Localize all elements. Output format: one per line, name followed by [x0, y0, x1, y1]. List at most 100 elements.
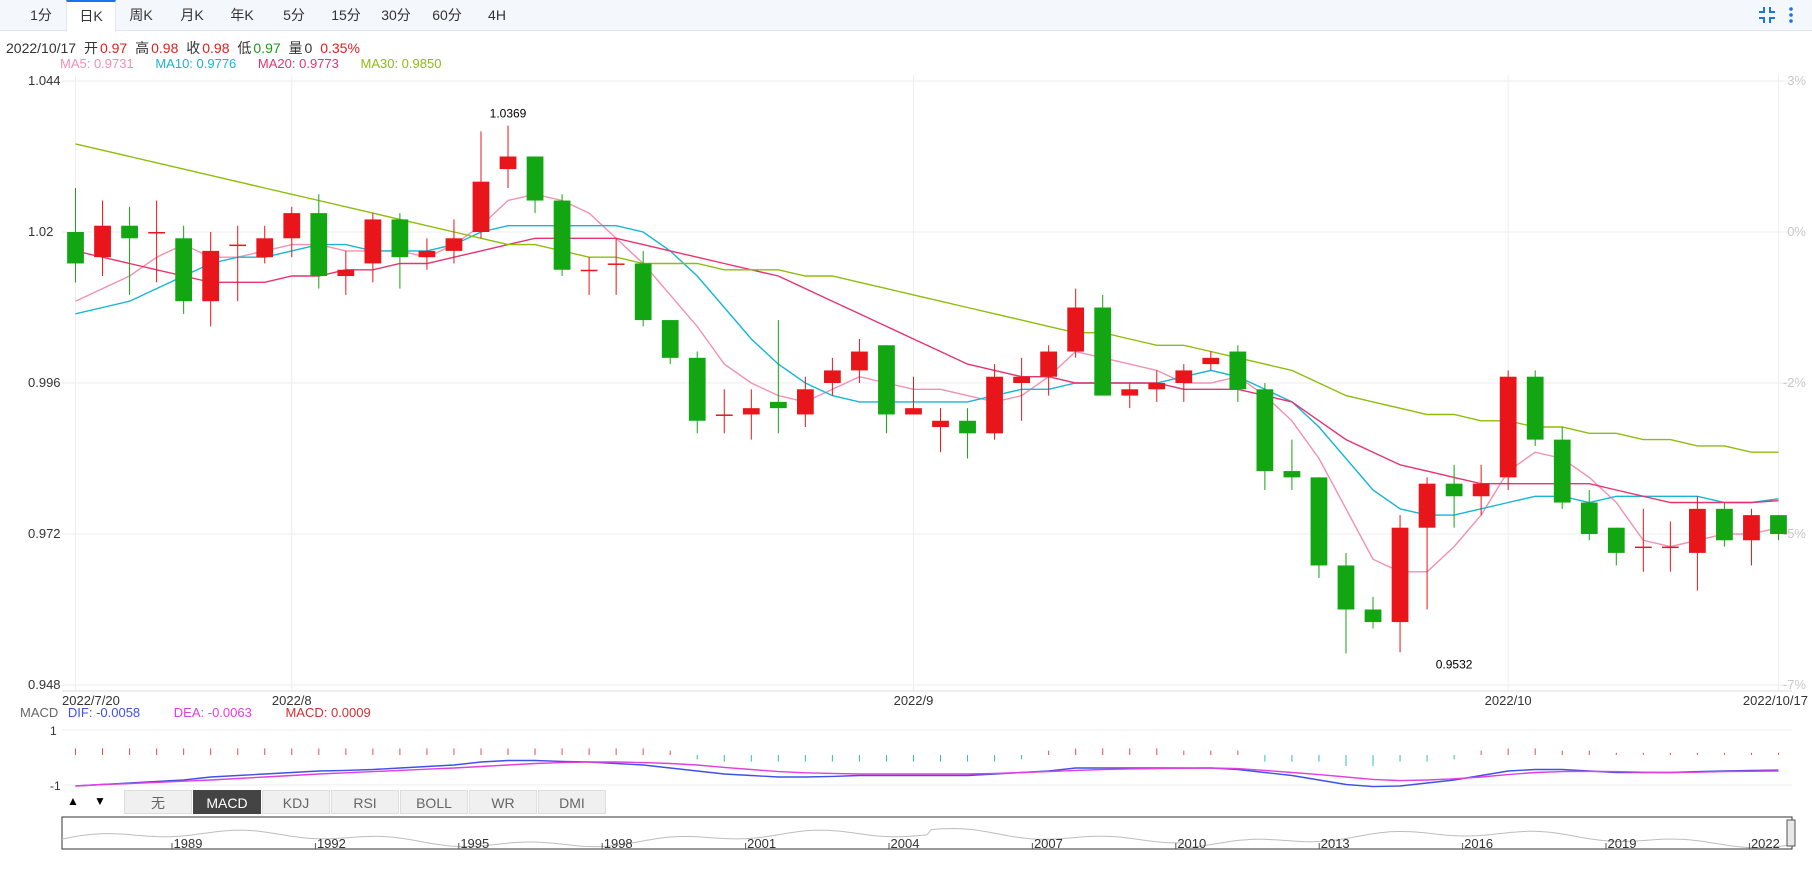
- candle-body: [1607, 527, 1625, 553]
- x-axis-label: 2022/10: [1485, 693, 1532, 708]
- right-percent-tick: 3%: [1787, 73, 1806, 88]
- info-date: 2022/10/17: [6, 40, 77, 56]
- candle-body: [878, 345, 895, 415]
- low-label: 低: [237, 40, 252, 56]
- dea-line: [75, 761, 1779, 787]
- candle-body: [1094, 307, 1112, 396]
- low-value: 0.97: [253, 40, 281, 56]
- macd-info: MACD DIF: -0.0058 DEA: -0.0063 MACD: 0.0…: [20, 705, 371, 720]
- indicator-tab-macd[interactable]: MACD: [193, 790, 261, 814]
- tab-weekly-k[interactable]: 周K: [120, 0, 162, 31]
- candle-body: [1283, 471, 1301, 478]
- navigator-year-label: 1998: [604, 836, 633, 851]
- ma20-label: MA20: 0.9773: [257, 56, 339, 71]
- candle-body: [229, 244, 247, 247]
- x-axis-label: 2022/9: [894, 693, 934, 708]
- candle-body: [472, 181, 490, 232]
- x-axis-label: 2022/10/17: [1743, 693, 1808, 708]
- tab-yearly-k[interactable]: 年K: [221, 0, 263, 31]
- candle-body: [1391, 527, 1409, 623]
- more-vertical-icon[interactable]: [1786, 5, 1796, 25]
- candle-body: [1067, 307, 1085, 352]
- extreme-price-label: 0.9532: [1436, 657, 1473, 671]
- tab-60min[interactable]: 60分: [424, 0, 470, 31]
- candle-body: [905, 408, 922, 415]
- candle-body: [1121, 389, 1139, 396]
- macd-y-tick: -1: [50, 779, 61, 793]
- right-percent-tick: -2%: [1783, 375, 1807, 390]
- navigator-year-label: 1992: [317, 836, 346, 851]
- y-tick-label: 0.996: [28, 375, 61, 390]
- navigator-year-label: 2001: [747, 836, 776, 851]
- scroll-down-button[interactable]: ▼: [89, 790, 111, 812]
- shrink-icon[interactable]: [1757, 5, 1777, 25]
- candle-body: [959, 420, 976, 434]
- open-label: 开: [83, 40, 98, 56]
- y-tick-label: 1.044: [28, 73, 61, 88]
- tab-4h[interactable]: 4H: [478, 0, 516, 31]
- dif-line: [75, 759, 1779, 788]
- candle-body: [715, 414, 733, 416]
- candle-body: [1580, 502, 1598, 534]
- candle-body: [986, 376, 1003, 434]
- y-tick-label: 1.02: [28, 224, 53, 239]
- indicator-tab-dmi[interactable]: DMI: [538, 790, 606, 814]
- candle-body: [661, 320, 679, 358]
- candle-body: [607, 263, 625, 265]
- candle-body: [1337, 565, 1355, 610]
- navigator-handle: [1786, 819, 1796, 847]
- candle-body: [202, 250, 220, 302]
- navigator-year-label: 2007: [1034, 836, 1063, 851]
- candle-body: [1202, 357, 1220, 365]
- candle-body: [824, 370, 841, 383]
- candle-body: [283, 213, 301, 239]
- candle-body: [1743, 515, 1760, 541]
- candle-body: [1229, 351, 1247, 390]
- candle-body: [1364, 609, 1382, 623]
- candle-body: [391, 219, 409, 258]
- candle-body: [67, 232, 84, 264]
- open-value: 0.97: [99, 40, 128, 56]
- tab-30min[interactable]: 30分: [373, 0, 419, 31]
- right-percent-tick: 0%: [1787, 224, 1806, 239]
- ma5-label: MA5: 0.9731: [60, 56, 134, 71]
- candle-body: [1256, 389, 1274, 472]
- change-percent: 0.35%: [320, 40, 360, 56]
- candle-body: [580, 269, 598, 272]
- tab-1min[interactable]: 1分: [20, 0, 62, 31]
- candle-body: [1472, 483, 1490, 497]
- candle-body: [932, 420, 949, 428]
- navigator-year-label: 2010: [1177, 836, 1206, 851]
- macd-y-tick: 1: [50, 724, 57, 738]
- high-value: 0.98: [151, 40, 179, 56]
- indicator-tab-kdj[interactable]: KDJ: [262, 790, 330, 814]
- indicator-tab-none[interactable]: 无: [124, 790, 192, 814]
- candle-body: [634, 263, 652, 321]
- candle-body: [851, 351, 868, 371]
- scroll-up-button[interactable]: ▲: [62, 790, 84, 812]
- indicator-tab-wr[interactable]: WR: [469, 790, 537, 814]
- candle-body: [175, 238, 193, 302]
- tab-15min[interactable]: 15分: [323, 0, 369, 31]
- y-tick-label: 0.948: [28, 677, 61, 692]
- candle-body: [688, 357, 706, 421]
- tab-monthly-k[interactable]: 月K: [171, 0, 213, 31]
- candle-body: [526, 156, 544, 201]
- navigator-year-label: 2013: [1321, 836, 1350, 851]
- candle-body: [337, 269, 355, 277]
- macd-dif: DIF: -0.0058: [67, 705, 141, 720]
- candle-body: [1175, 370, 1193, 383]
- navigator-year-label: 1989: [174, 836, 203, 851]
- candle-body: [121, 225, 138, 239]
- indicator-tab-boll[interactable]: BOLL: [400, 790, 468, 814]
- navigator-frame: [61, 816, 1793, 850]
- candle-body: [1661, 546, 1679, 549]
- candle-body: [310, 213, 328, 277]
- indicator-tab-rsi[interactable]: RSI: [331, 790, 399, 814]
- tab-5min[interactable]: 5分: [273, 0, 315, 31]
- candle-body: [1499, 376, 1517, 478]
- candle-body: [1310, 477, 1328, 566]
- ma20-line: [75, 237, 1779, 504]
- tab-daily-k[interactable]: 日K: [66, 0, 116, 32]
- ma10-label: MA10: 0.9776: [155, 56, 237, 71]
